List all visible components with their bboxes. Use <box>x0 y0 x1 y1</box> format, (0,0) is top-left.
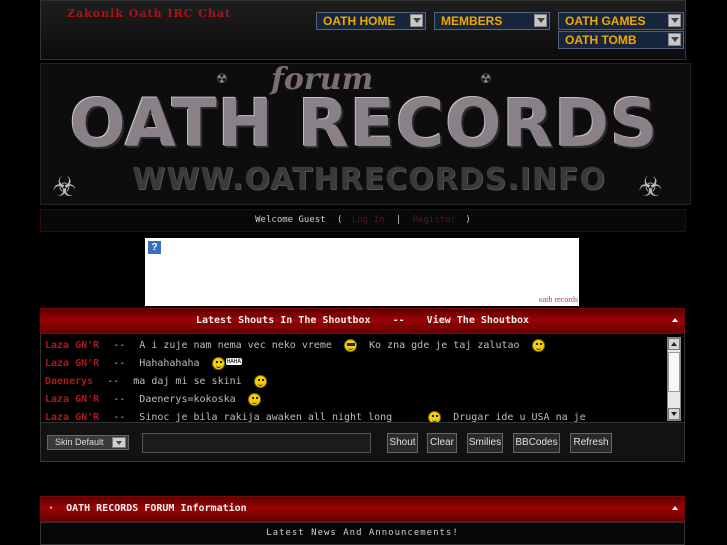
nav-oath-tomb[interactable]: OATH TOMB <box>558 31 684 49</box>
cool-smiley-icon <box>343 338 357 352</box>
banner-url: WWW.OATHRECORDS.INFO <box>132 162 606 197</box>
biohazard-icon: ☣ <box>639 161 662 205</box>
shout-author[interactable]: Laza GN'R <box>45 340 99 351</box>
smiley-icon <box>247 392 261 406</box>
shout-row: Laza GN'R -- A i zuje nam nema vec neko … <box>45 338 545 354</box>
skin-label: Skin Default <box>55 437 104 447</box>
ad-text[interactable]: oath records <box>539 295 578 304</box>
refresh-button[interactable]: Refresh <box>570 433 612 453</box>
welcome-text: Welcome Guest <box>255 215 326 225</box>
forum-info-title: OATH RECORDS FORUM Information <box>66 503 247 514</box>
shout-button[interactable]: Shout <box>387 433 418 453</box>
laughing-smiley-icon <box>211 356 225 370</box>
forum-info-header: · OATH RECORDS FORUM Information <box>40 496 685 522</box>
bbcodes-button[interactable]: BBCodes <box>513 433 560 453</box>
paren-close: ) <box>465 215 471 225</box>
chevron-down-icon[interactable] <box>534 14 547 27</box>
shout-message: Drugar ide u USA na je <box>453 412 586 422</box>
clear-button[interactable]: Clear <box>427 433 457 453</box>
smiley-icon <box>531 338 545 352</box>
arrow-up-icon <box>671 342 677 346</box>
shout-row: Laza GN'R -- Daenerys=kokoska <box>45 392 261 408</box>
shout-dash: -- <box>113 394 126 405</box>
collapse-icon[interactable] <box>672 506 678 510</box>
welcome-separator: | <box>395 215 402 225</box>
welcome-bar: Welcome Guest ( Log In | Register ) <box>40 209 686 232</box>
paren-open: ( <box>337 215 343 225</box>
shout-input[interactable] <box>142 433 371 453</box>
shoutbox-scrollbar[interactable] <box>667 337 681 421</box>
shout-message: Daenerys=kokoska <box>139 394 236 405</box>
top-bar: Zakonik Oath IRC Chat <box>40 0 686 60</box>
smilies-button[interactable]: Smilies <box>467 433 503 453</box>
smiley-icon <box>253 374 267 388</box>
nav-label: MEMBERS <box>441 14 503 28</box>
shoutbox-controls: Skin Default Shout Clear Smilies BBCodes… <box>40 422 685 462</box>
news-title[interactable]: Latest News And Announcements! <box>266 528 459 538</box>
haha-badge: HAHA <box>224 357 243 366</box>
nav-members[interactable]: MEMBERS <box>434 12 550 30</box>
shout-row: Daenerys -- ma daj mi se skini <box>45 374 267 390</box>
nav-label: OATH HOME <box>323 14 396 28</box>
smiley-icon <box>428 410 442 422</box>
shout-message: A i zuje nam nema vec neko vreme <box>139 340 332 351</box>
nav-label: OATH GAMES <box>565 14 646 28</box>
chevron-down-icon[interactable] <box>410 14 423 27</box>
help-icon[interactable]: ? <box>148 241 161 254</box>
advertisement[interactable]: ? oath records <box>145 238 579 306</box>
chevron-down-icon[interactable] <box>668 33 681 46</box>
skin-select[interactable]: Skin Default <box>47 435 129 450</box>
header-separator: -- <box>392 315 405 326</box>
chevron-down-icon[interactable] <box>112 437 126 448</box>
register-link[interactable]: Register <box>413 215 456 225</box>
shout-author[interactable]: Laza GN'R <box>45 412 99 422</box>
shout-message: Ko zna gde je taj zalutao <box>369 340 520 351</box>
news-announcements-bar: Latest News And Announcements! <box>40 522 685 545</box>
shout-message: ma daj mi se skini <box>133 376 242 387</box>
shout-row: Laza GN'R -- Sinoc je bila rakija awaken… <box>45 410 586 422</box>
forum-banner[interactable]: ☢ ☢ forum OATH RECORDS WWW.OATHRECORDS.I… <box>40 63 691 205</box>
shout-dash: -- <box>113 340 126 351</box>
scroll-thumb[interactable] <box>668 352 680 392</box>
shoutbox-messages: Laza GN'R -- A i zuje nam nema vec neko … <box>40 334 685 422</box>
shoutbox-header: Latest Shouts In The Shoutbox -- View Th… <box>40 308 685 334</box>
irc-chat-link[interactable]: Zakonik Oath IRC Chat <box>67 7 231 20</box>
chevron-down-icon[interactable] <box>668 14 681 27</box>
arrow-down-icon <box>671 412 677 416</box>
nav-oath-games[interactable]: OATH GAMES <box>558 12 684 30</box>
shout-author[interactable]: Daenerys <box>45 376 93 387</box>
shout-dash: -- <box>113 412 126 422</box>
view-shoutbox-link[interactable]: View The Shoutbox <box>427 315 529 326</box>
shout-message: Hahahahaha <box>139 358 200 369</box>
shout-author[interactable]: Laza GN'R <box>45 358 99 369</box>
scroll-up-button[interactable] <box>668 338 680 350</box>
shout-author[interactable]: Laza GN'R <box>45 394 99 405</box>
header-bullet: · <box>48 503 55 514</box>
shout-message: Sinoc je bila rakija awaken all night lo… <box>139 412 393 422</box>
shout-dash: -- <box>107 376 120 387</box>
login-link[interactable]: Log In <box>352 215 385 225</box>
latest-shouts-link[interactable]: Latest Shouts In The Shoutbox <box>196 315 371 326</box>
collapse-icon[interactable] <box>672 318 678 322</box>
scroll-down-button[interactable] <box>668 408 680 420</box>
biohazard-icon: ☣ <box>53 161 76 205</box>
shout-dash: -- <box>113 358 126 369</box>
nav-label: OATH TOMB <box>565 33 637 47</box>
nav-oath-home[interactable]: OATH HOME <box>316 12 426 30</box>
banner-title: OATH RECORDS <box>69 85 659 162</box>
shout-row: Laza GN'R -- Hahahahaha HAHA <box>45 356 243 372</box>
